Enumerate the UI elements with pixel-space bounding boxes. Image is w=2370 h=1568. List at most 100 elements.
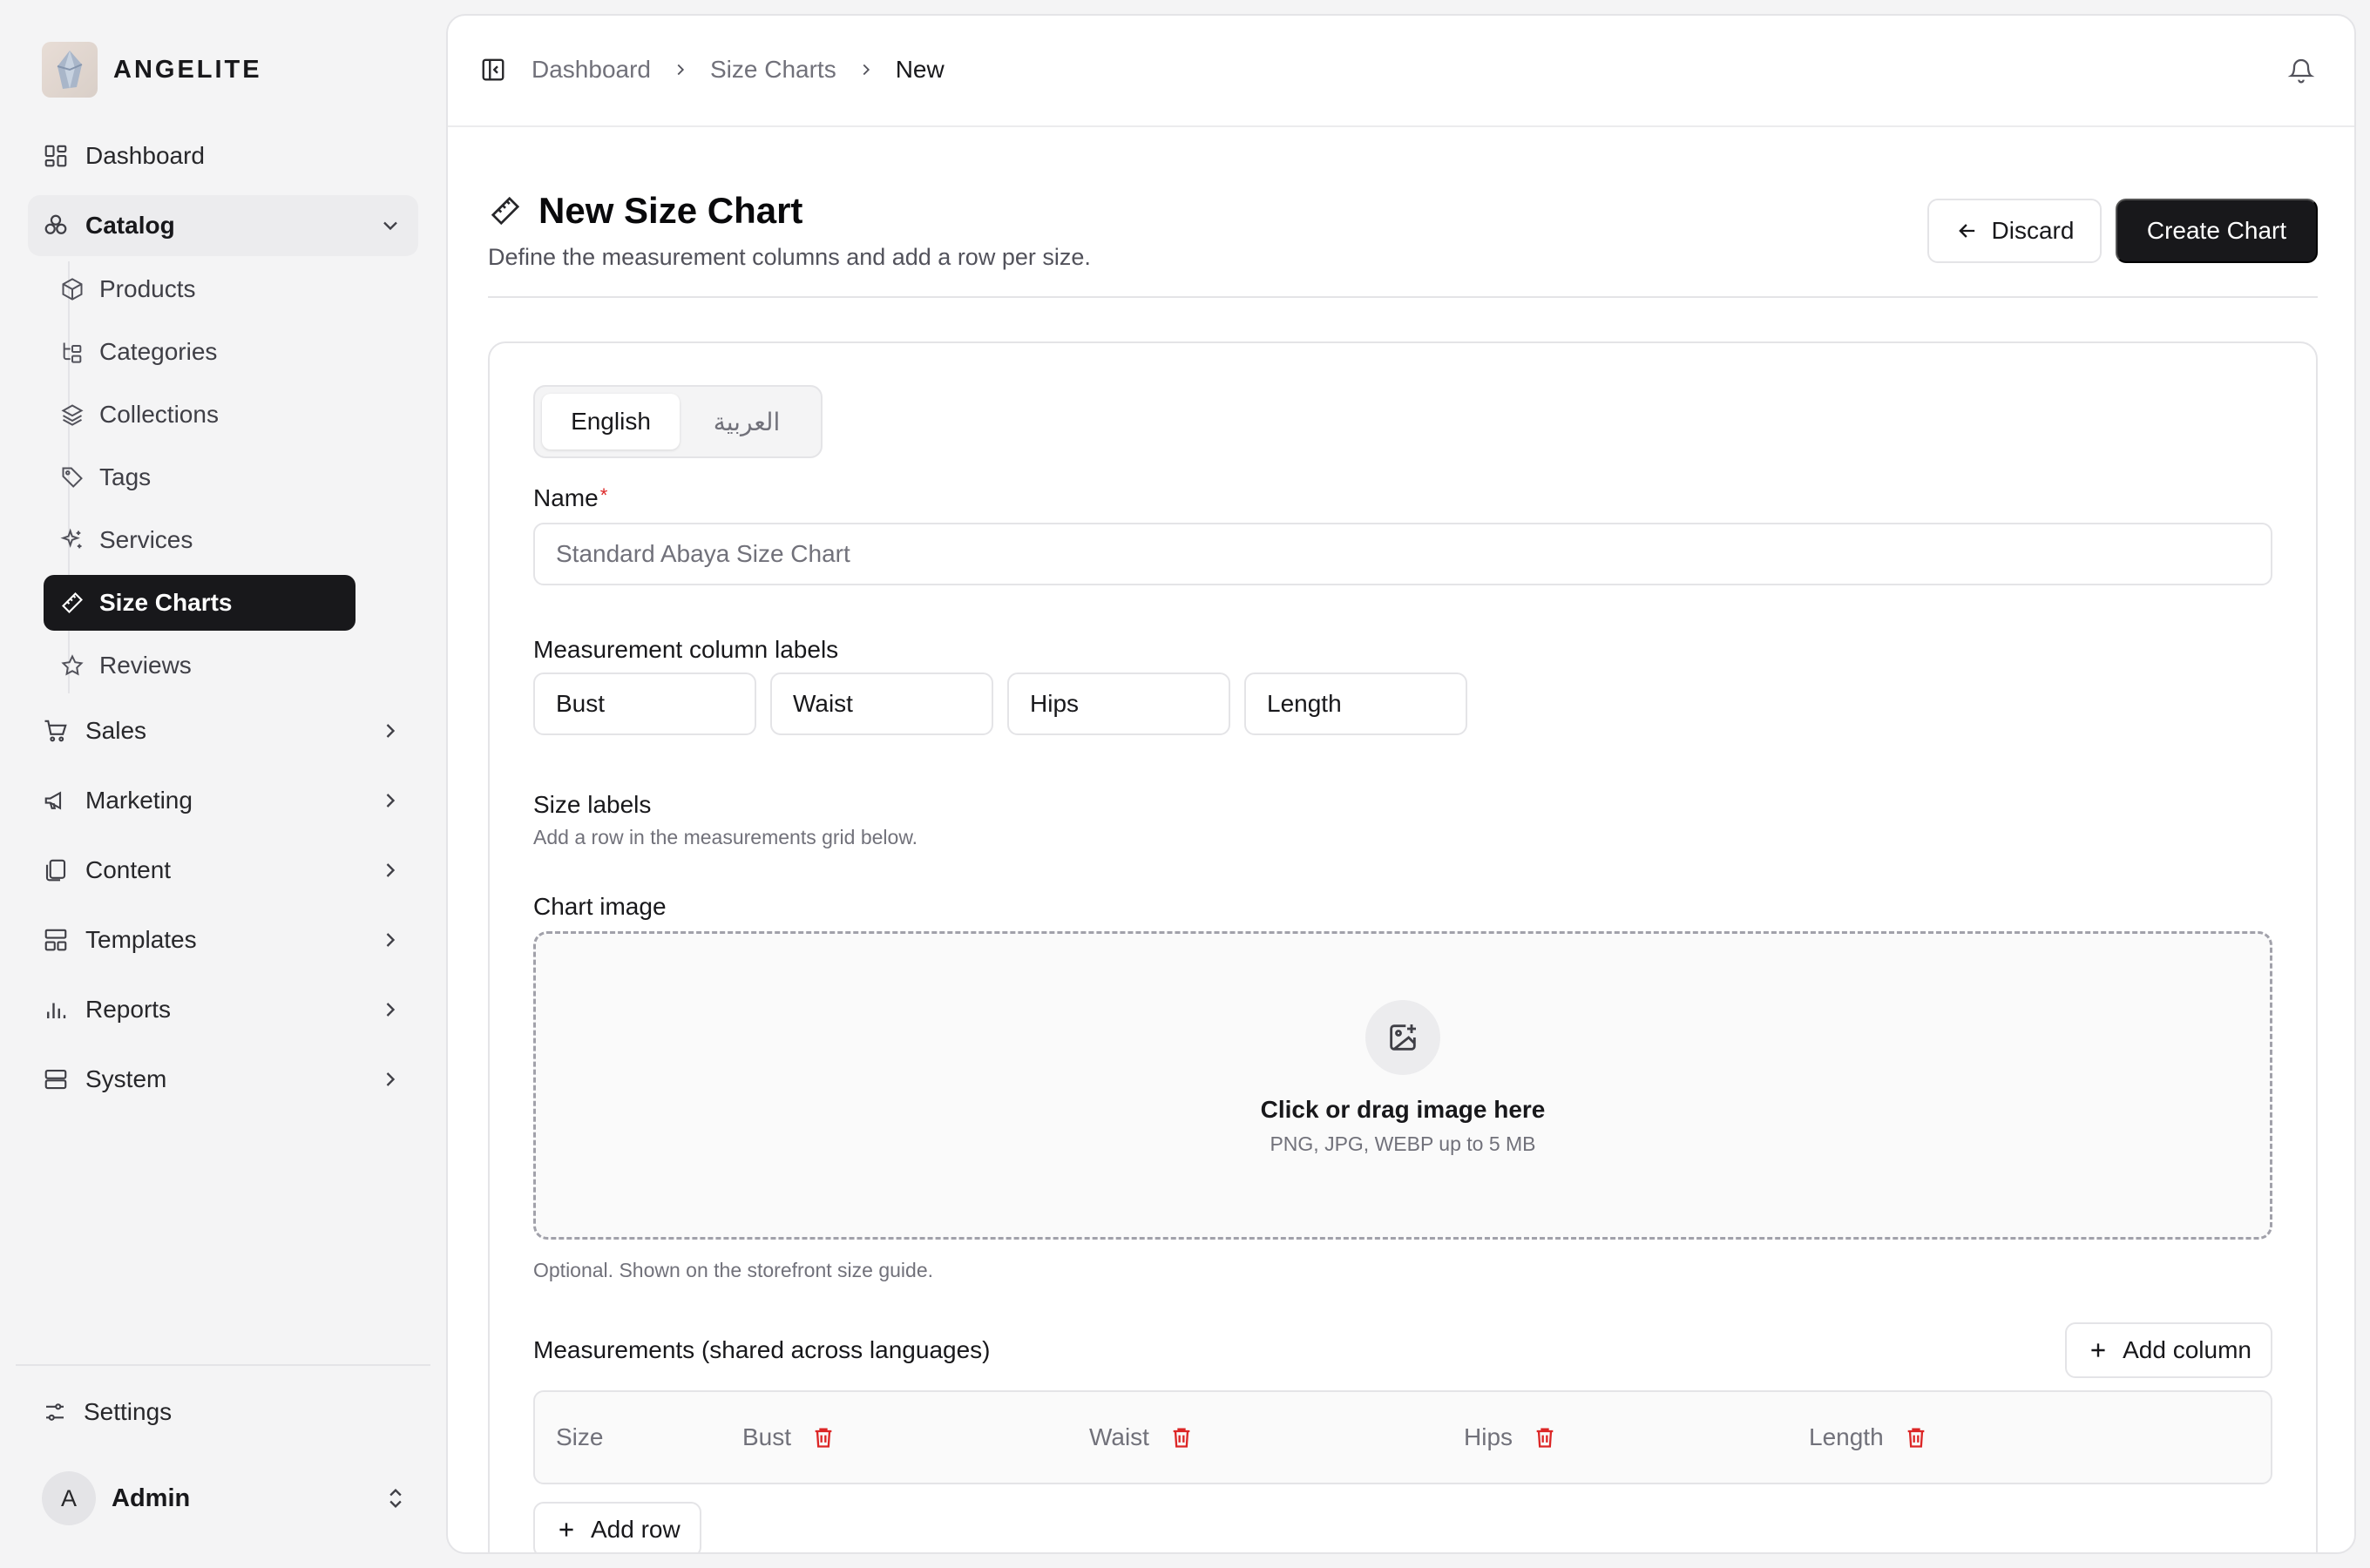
name-label: Name xyxy=(533,484,599,511)
sidebar-item-label: System xyxy=(85,1065,167,1092)
chevrons-up-down-icon xyxy=(383,1486,408,1511)
sidebar-item-label: Collections xyxy=(99,401,219,428)
sidebar-item-label: Sales xyxy=(85,717,147,744)
column-label-input[interactable]: Hips xyxy=(1007,672,1230,735)
sidebar-item-label: Tags xyxy=(99,463,152,490)
sidebar-item-label: Reviews xyxy=(99,652,192,679)
add-column-button[interactable]: Add column xyxy=(2065,1322,2272,1378)
sidebar-item-services[interactable]: Services xyxy=(44,512,356,568)
breadcrumb-current: New xyxy=(895,56,945,83)
sidebar-toggle-icon[interactable] xyxy=(479,56,507,84)
sidebar-item-label: Templates xyxy=(85,926,197,953)
trash-icon[interactable] xyxy=(1532,1424,1558,1450)
sidebar-item-catalog[interactable]: Catalog xyxy=(28,195,418,256)
trash-icon[interactable] xyxy=(1168,1424,1195,1450)
chevron-right-icon xyxy=(378,997,403,1022)
user-menu[interactable]: A Admin xyxy=(42,1470,408,1526)
sidebar-item-products[interactable]: Products xyxy=(44,261,356,317)
ruler-icon xyxy=(59,590,85,616)
name-input[interactable] xyxy=(533,523,2272,585)
add-row-button[interactable]: Add row xyxy=(533,1502,701,1552)
sidebar-item-collections[interactable]: Collections xyxy=(44,387,356,443)
sidebar-item-reports[interactable]: Reports xyxy=(28,979,418,1040)
column-header: Size xyxy=(556,1423,604,1450)
files-icon xyxy=(42,856,70,884)
column-label-input[interactable]: Waist xyxy=(770,672,993,735)
page-header: New Size Chart Define the measurement co… xyxy=(488,190,2318,271)
sparkles-icon xyxy=(59,527,85,553)
star-icon xyxy=(59,652,85,679)
sidebar-item-content[interactable]: Content xyxy=(28,840,418,901)
trash-icon[interactable] xyxy=(1903,1424,1929,1450)
layers-icon xyxy=(59,402,85,428)
chevron-right-icon xyxy=(856,59,877,80)
required-mark: * xyxy=(599,484,608,506)
server-icon xyxy=(42,1065,70,1093)
trash-icon[interactable] xyxy=(810,1424,836,1450)
sidebar-item-label: Marketing xyxy=(85,787,193,814)
package-icon xyxy=(59,276,85,302)
sidebar-item-categories[interactable]: Categories xyxy=(44,324,356,380)
column-label-input[interactable]: Length xyxy=(1244,672,1467,735)
sidebar-item-templates[interactable]: Templates xyxy=(28,909,418,970)
columns-label: Measurement column labels xyxy=(533,636,839,663)
image-dropzone[interactable]: Click or drag image here PNG, JPG, WEBP … xyxy=(533,931,2272,1240)
dropzone-subtitle: PNG, JPG, WEBP up to 5 MB xyxy=(1270,1132,1536,1155)
sidebar-item-label: Products xyxy=(99,275,196,302)
tab-english[interactable]: English xyxy=(542,394,680,449)
sidebar-item-system[interactable]: System xyxy=(28,1049,418,1110)
chevron-right-icon xyxy=(378,719,403,743)
bar-chart-icon xyxy=(42,996,70,1024)
sidebar-nav: Dashboard Catalog Products Categories Co xyxy=(28,125,418,1119)
table-header-length: Length xyxy=(1809,1423,1929,1451)
discard-button[interactable]: Discard xyxy=(1927,199,2102,263)
header-divider xyxy=(488,296,2318,298)
sidebar-item-settings[interactable]: Settings xyxy=(42,1382,172,1443)
breadcrumb-dashboard[interactable]: Dashboard xyxy=(532,56,651,84)
measurements-header: Measurements (shared across languages) A… xyxy=(533,1322,2272,1378)
main-panel: Dashboard Size Charts New New Size Chart… xyxy=(446,14,2356,1554)
column-labels-row: Bust Waist Hips Length xyxy=(533,672,2272,735)
topbar: Dashboard Size Charts New xyxy=(448,16,2354,127)
bell-icon[interactable] xyxy=(2286,56,2316,85)
measurements-table: Size Bust Waist Hips Length xyxy=(533,1390,2272,1484)
size-labels-help: Add a row in the measurements grid below… xyxy=(533,826,918,848)
table-header-bust: Bust xyxy=(742,1423,836,1451)
image-plus-icon xyxy=(1365,999,1440,1075)
breadcrumb: Dashboard Size Charts New xyxy=(532,56,945,84)
sidebar-item-label: Services xyxy=(99,526,193,553)
catalog-submenu: Products Categories Collections Tags Ser… xyxy=(44,261,418,693)
ruler-icon xyxy=(488,193,523,228)
sidebar-item-tags[interactable]: Tags xyxy=(44,449,356,505)
sidebar-item-dashboard[interactable]: Dashboard xyxy=(28,125,418,186)
create-chart-button[interactable]: Create Chart xyxy=(2116,199,2318,263)
add-column-label: Add column xyxy=(2123,1336,2252,1363)
table-header-waist: Waist xyxy=(1089,1423,1195,1451)
sidebar-item-label: Size Charts xyxy=(99,589,233,616)
chart-image-help: Optional. Shown on the storefront size g… xyxy=(533,1259,934,1281)
chevron-right-icon xyxy=(378,928,403,952)
sidebar-item-reviews[interactable]: Reviews xyxy=(44,638,356,693)
sidebar-item-size-charts[interactable]: Size Charts xyxy=(44,575,356,631)
chevron-right-icon xyxy=(378,1067,403,1092)
sidebar-item-label: Dashboard xyxy=(85,142,205,169)
sidebar-item-label: Catalog xyxy=(85,212,175,239)
breadcrumb-size-charts[interactable]: Size Charts xyxy=(710,56,836,84)
cart-icon xyxy=(42,717,70,745)
layout-icon xyxy=(42,926,70,954)
tab-arabic[interactable]: العربية xyxy=(680,394,814,449)
tree-icon xyxy=(59,339,85,365)
column-header: Hips xyxy=(1464,1423,1513,1450)
sidebar-item-sales[interactable]: Sales xyxy=(28,700,418,761)
megaphone-icon xyxy=(42,787,70,814)
sidebar-item-marketing[interactable]: Marketing xyxy=(28,770,418,831)
brand[interactable]: ANGELITE xyxy=(42,42,262,98)
column-header: Bust xyxy=(742,1423,792,1450)
arrow-left-icon xyxy=(1955,219,1980,243)
sidebar-item-label: Categories xyxy=(99,338,218,365)
sidebar-item-label: Content xyxy=(85,856,172,883)
sidebar-divider xyxy=(16,1364,430,1366)
brand-name: ANGELITE xyxy=(113,55,262,84)
column-label-input[interactable]: Bust xyxy=(533,672,756,735)
catalog-icon xyxy=(42,212,70,240)
